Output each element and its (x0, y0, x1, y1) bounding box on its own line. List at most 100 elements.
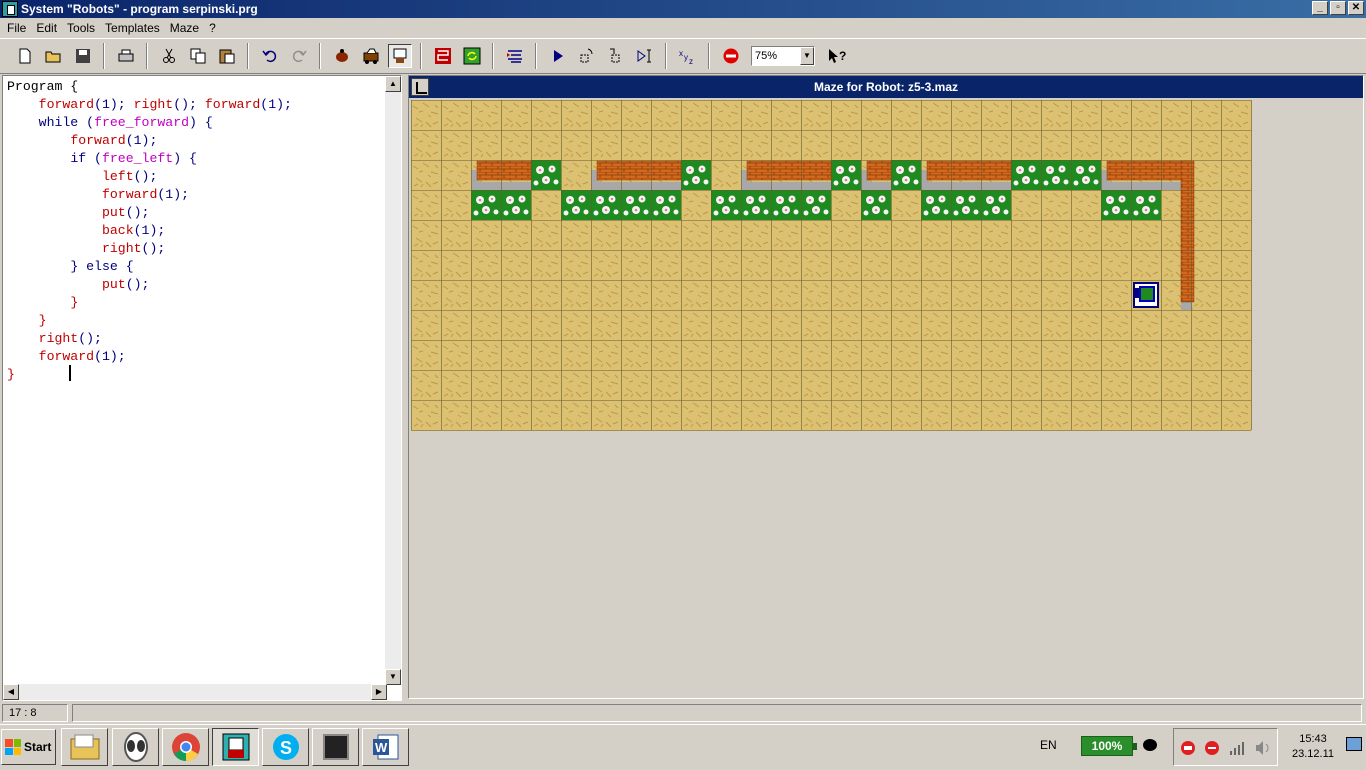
turtle-robot-icon[interactable] (330, 44, 354, 68)
taskbar-console[interactable] (312, 728, 359, 766)
step-into-icon[interactable] (575, 44, 599, 68)
print-icon[interactable] (114, 44, 138, 68)
code-line[interactable]: while (free_forward) { (7, 114, 292, 132)
maze-field[interactable] (411, 100, 1252, 431)
run-to-cursor-icon[interactable] (633, 44, 657, 68)
flower-cell (1011, 160, 1041, 190)
close-button[interactable]: ✕ (1348, 1, 1364, 15)
clock[interactable]: 15:43 23.12.11 (1282, 732, 1344, 762)
flower-cell (861, 190, 891, 220)
zoom-select[interactable]: 75% ▼ (751, 46, 815, 66)
paste-icon[interactable] (215, 44, 239, 68)
wall-brick (866, 160, 892, 181)
toolbar-separator (535, 43, 537, 69)
code-text[interactable]: Program { forward(1); right(); forward(1… (7, 78, 292, 384)
code-token: (); (133, 169, 158, 184)
start-button[interactable]: Start (1, 729, 56, 765)
scroll-right-icon[interactable]: ▶ (371, 684, 387, 700)
maze-window-icon[interactable] (411, 78, 429, 96)
menu-edit[interactable]: Edit (31, 21, 62, 35)
code-token: (); (125, 205, 150, 220)
menu-tools[interactable]: Tools (62, 21, 100, 35)
scroll-left-icon[interactable]: ◀ (3, 684, 19, 700)
robot-app-icon (222, 733, 249, 761)
code-line[interactable]: right(); (7, 240, 292, 258)
app-icon (2, 1, 18, 17)
robot[interactable] (1133, 282, 1159, 308)
taskbar-chrome[interactable] (162, 728, 209, 766)
code-line[interactable]: if (free_left) { (7, 150, 292, 168)
vertical-scrollbar[interactable]: ▲ ▼ (385, 76, 401, 685)
code-line[interactable]: forward(1); right(); forward(1); (7, 96, 292, 114)
tray-icons-row (1181, 741, 1269, 755)
menu-file[interactable]: File (2, 21, 31, 35)
new-file-icon[interactable] (13, 44, 37, 68)
code-line[interactable]: forward(1); (7, 348, 292, 366)
horizontal-scrollbar[interactable]: ◀ ▶ (3, 684, 387, 700)
code-line[interactable]: left(); (7, 168, 292, 186)
scroll-up-icon[interactable]: ▲ (385, 76, 401, 92)
cut-icon[interactable] (157, 44, 181, 68)
minimize-button[interactable]: _ (1312, 1, 1328, 15)
undo-icon[interactable] (258, 44, 282, 68)
code-line[interactable]: } (7, 366, 292, 384)
taskbar-word[interactable]: W (362, 728, 409, 766)
code-line[interactable]: back(1); (7, 222, 292, 240)
zoom-value: 75% (755, 50, 778, 62)
code-line[interactable]: put(); (7, 276, 292, 294)
alien-icon (123, 732, 148, 762)
maze-robot-icon[interactable] (387, 44, 412, 68)
align-icon[interactable] (503, 44, 527, 68)
show-desktop-icon[interactable] (1346, 737, 1362, 751)
open-folder-icon[interactable] (42, 44, 66, 68)
copy-icon[interactable] (186, 44, 210, 68)
menu-help[interactable]: ? (204, 21, 221, 35)
code-line[interactable]: } (7, 312, 292, 330)
code-line[interactable]: } else { (7, 258, 292, 276)
run-icon[interactable] (546, 44, 570, 68)
svg-text:y: y (684, 53, 688, 62)
taskbar-explorer[interactable] (61, 728, 108, 766)
status-message (72, 704, 1362, 722)
maximize-button[interactable]: ▫ (1330, 1, 1346, 15)
code-line[interactable]: Program { (7, 78, 292, 96)
code-line[interactable]: } (7, 294, 292, 312)
redo-icon[interactable] (287, 44, 311, 68)
menu-maze[interactable]: Maze (165, 21, 204, 35)
code-line[interactable]: forward(1); (7, 186, 292, 204)
robot-arm (1135, 288, 1139, 298)
code-token: forward (38, 349, 95, 364)
maze-editor-icon[interactable] (431, 44, 455, 68)
code-line[interactable]: right(); (7, 330, 292, 348)
code-line[interactable]: put(); (7, 204, 292, 222)
code-token: (1); (125, 133, 158, 148)
save-icon[interactable] (71, 44, 95, 68)
stop-icon[interactable] (719, 44, 743, 68)
code-line[interactable]: forward(1); (7, 132, 292, 150)
code-token: put (101, 205, 126, 220)
scroll-down-icon[interactable]: ▼ (385, 669, 401, 685)
refresh-maze-icon[interactable] (460, 44, 484, 68)
chevron-down-icon[interactable]: ▼ (800, 47, 814, 65)
step-over-icon[interactable] (604, 44, 628, 68)
battery-indicator[interactable]: 100% (1081, 736, 1137, 756)
menu-templates[interactable]: Templates (100, 21, 165, 35)
svg-text:W: W (375, 740, 388, 755)
taskbar-robots[interactable] (212, 728, 259, 766)
car-robot-icon[interactable] (359, 44, 383, 68)
language-indicator[interactable]: EN (1040, 738, 1057, 752)
flower-cell (1131, 190, 1161, 220)
taskbar-alien-app[interactable] (112, 728, 159, 766)
maze-grid[interactable] (411, 100, 1252, 431)
toolbar-separator (247, 43, 249, 69)
taskbar-skype[interactable]: S (262, 728, 309, 766)
code-editor[interactable]: Program { forward(1); right(); forward(1… (2, 75, 402, 701)
code-token: (); (125, 277, 150, 292)
flower-cell (621, 190, 651, 220)
context-help-icon[interactable]: ? (825, 44, 849, 68)
variables-icon[interactable]: xyz (676, 44, 700, 68)
